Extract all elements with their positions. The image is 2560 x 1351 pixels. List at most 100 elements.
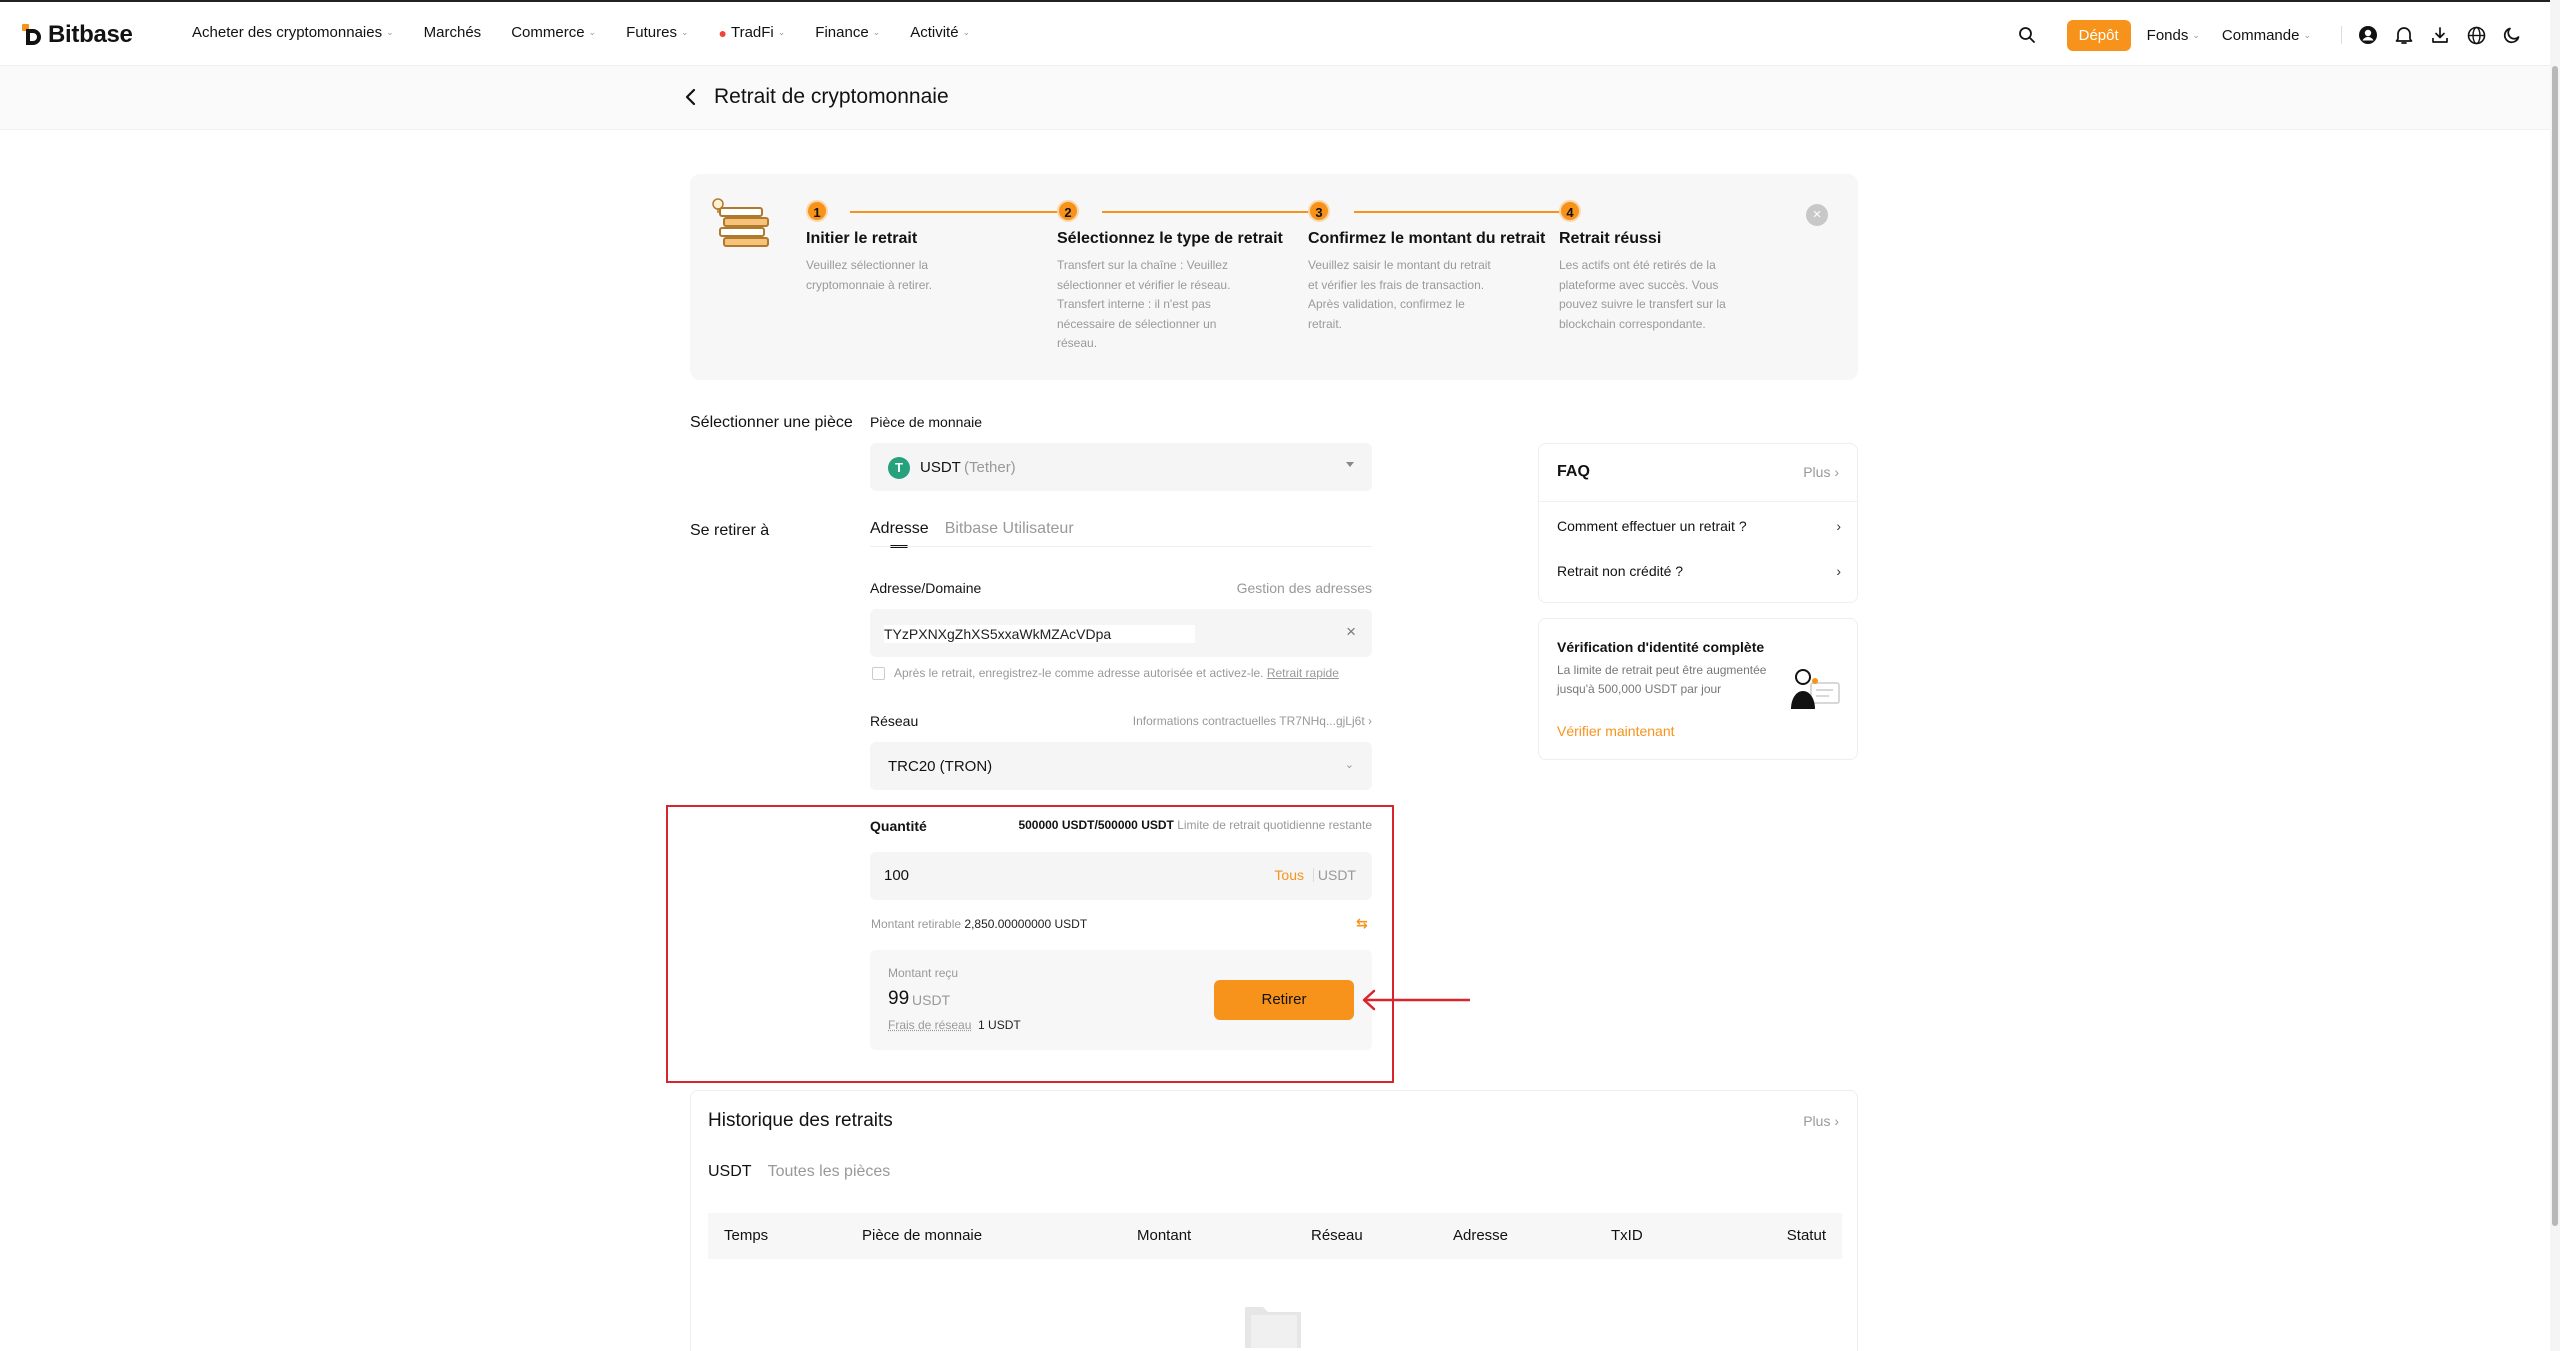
column-header: TxID bbox=[1611, 1227, 1643, 1244]
nav-item-finance[interactable]: Finance ⌄ bbox=[815, 24, 880, 41]
chevron-down-icon: ⌄ bbox=[1345, 758, 1354, 771]
nav-item-futures[interactable]: Futures ⌄ bbox=[626, 24, 688, 41]
tab-usdt[interactable]: USDT bbox=[708, 1163, 752, 1181]
history-title: Historique des retraits bbox=[708, 1110, 893, 1132]
chevron-down-icon: ⌄ bbox=[873, 27, 881, 38]
main-menu: Acheter des cryptomonnaies ⌄ Marchés Comm… bbox=[192, 24, 1000, 41]
nav-actions: Dépôt Fonds ⌄ Commande ⌄ bbox=[2009, 18, 2530, 52]
top-navigation: Bitbase Acheter des cryptomonnaies ⌄ Marc… bbox=[0, 0, 2560, 66]
step-3: 3 Confirmez le montant du retrait Veuill… bbox=[1308, 200, 1548, 334]
step-number: 1 bbox=[806, 200, 828, 222]
history-tabs: USDT Toutes les pièces bbox=[708, 1163, 890, 1181]
more-label: Plus bbox=[1803, 1113, 1830, 1129]
select-coin-label: Sélectionner une pièce bbox=[690, 414, 853, 432]
address-management-link[interactable]: Gestion des adresses bbox=[1237, 580, 1372, 596]
nav-item-label: Finance bbox=[815, 24, 868, 41]
highlight-annotation-box bbox=[666, 805, 1394, 1083]
coin-name: (Tether) bbox=[964, 459, 1016, 476]
address-label: Adresse/Domaine bbox=[870, 580, 981, 596]
download-icon[interactable] bbox=[2422, 18, 2458, 52]
person-verification-icon bbox=[1785, 663, 1841, 713]
step-2: 2 Sélectionnez le type de retrait Transf… bbox=[1057, 200, 1297, 354]
caret-down-icon bbox=[1346, 462, 1354, 467]
clear-icon[interactable]: × bbox=[1346, 622, 1356, 642]
back-arrow-icon[interactable] bbox=[684, 86, 704, 110]
nav-item-label: Marchés bbox=[424, 24, 482, 41]
nav-item-trade[interactable]: Commerce ⌄ bbox=[511, 24, 596, 41]
nav-item-label: Commerce bbox=[511, 24, 584, 41]
verify-now-link[interactable]: Vérifier maintenant bbox=[1557, 723, 1675, 739]
withdrawal-history-card: Historique des retraits Plus › USDT Tout… bbox=[690, 1090, 1858, 1351]
faq-item[interactable]: Retrait non crédité ? › bbox=[1557, 563, 1841, 579]
chevron-right-icon: › bbox=[1834, 464, 1839, 480]
save-address-checkbox[interactable] bbox=[872, 667, 885, 680]
moon-icon[interactable] bbox=[2494, 18, 2530, 52]
history-more-link[interactable]: Plus › bbox=[1803, 1113, 1839, 1129]
nav-item-activity[interactable]: Activité ⌄ bbox=[910, 24, 970, 41]
column-header: Statut bbox=[1787, 1227, 1826, 1244]
chevron-down-icon: ⌄ bbox=[963, 27, 971, 38]
column-header: Réseau bbox=[1311, 1227, 1363, 1244]
column-header: Adresse bbox=[1453, 1227, 1508, 1244]
step-number: 4 bbox=[1559, 200, 1581, 222]
nav-item-label: Futures bbox=[626, 24, 677, 41]
bell-icon[interactable] bbox=[2386, 18, 2422, 52]
empty-folder-icon bbox=[1243, 1299, 1303, 1349]
chevron-right-icon: › bbox=[1836, 518, 1841, 534]
faq-title: FAQ bbox=[1557, 463, 1590, 481]
faq-item-label: Retrait non crédité ? bbox=[1557, 563, 1683, 579]
scrollbar-thumb[interactable] bbox=[2552, 66, 2558, 1226]
withdrawal-steps-card: 1 Initier le retrait Veuillez sélectionn… bbox=[690, 174, 1858, 380]
orders-menu[interactable]: Commande ⌄ bbox=[2222, 27, 2311, 44]
step-title: Sélectionnez le type de retrait bbox=[1057, 230, 1297, 248]
step-description: Veuillez saisir le montant du retrait et… bbox=[1308, 256, 1498, 334]
contract-info-link[interactable]: Informations contractuelles TR7NHq...gjL… bbox=[1133, 714, 1372, 728]
globe-icon[interactable] bbox=[2458, 18, 2494, 52]
tab-bitbase-user[interactable]: Bitbase Utilisateur bbox=[945, 520, 1074, 538]
verify-description: La limite de retrait peut être augmentée… bbox=[1557, 661, 1781, 699]
coin-select[interactable]: T USDT (Tether) bbox=[870, 443, 1372, 491]
page-title: Retrait de cryptomonnaie bbox=[714, 85, 949, 109]
funds-menu[interactable]: Fonds ⌄ bbox=[2147, 27, 2200, 44]
page-scrollbar[interactable] bbox=[2550, 0, 2560, 1351]
nav-item-label: TradFi bbox=[731, 24, 774, 41]
chevron-down-icon: ⌄ bbox=[2303, 30, 2311, 41]
more-label: Plus bbox=[1803, 464, 1830, 480]
logo-mark-icon bbox=[22, 24, 44, 46]
faq-item-label: Comment effectuer un retrait ? bbox=[1557, 518, 1747, 534]
verify-title: Vérification d'identité complète bbox=[1557, 639, 1764, 655]
nav-item-markets[interactable]: Marchés bbox=[424, 24, 482, 41]
nav-item-tradfi[interactable]: ● TradFi ⌄ bbox=[719, 24, 786, 41]
user-icon[interactable] bbox=[2350, 18, 2386, 52]
chevron-right-icon: › bbox=[1834, 1113, 1839, 1129]
step-1: 1 Initier le retrait Veuillez sélectionn… bbox=[806, 200, 1046, 295]
save-address-text: Après le retrait, enregistrez-le comme a… bbox=[894, 666, 1339, 680]
tab-all-coins[interactable]: Toutes les pièces bbox=[768, 1163, 891, 1181]
step-title: Retrait réussi bbox=[1559, 230, 1799, 248]
step-4: 4 Retrait réussi Les actifs ont été reti… bbox=[1559, 200, 1799, 334]
divider bbox=[1539, 501, 1857, 502]
chevron-down-icon: ⌄ bbox=[2192, 30, 2200, 41]
orders-label: Commande bbox=[2222, 27, 2300, 44]
chevron-down-icon: ⌄ bbox=[386, 27, 394, 38]
step-description: Transfert sur la chaîne : Veuillez sélec… bbox=[1057, 256, 1247, 354]
address-input[interactable]: TYzPXNXgZhXS5xxaWkMZAcVDpa × bbox=[870, 609, 1372, 657]
step-title: Confirmez le montant du retrait bbox=[1308, 230, 1548, 248]
close-icon[interactable]: × bbox=[1806, 204, 1828, 226]
withdraw-to-label: Se retirer à bbox=[690, 522, 769, 540]
address-value: TYzPXNXgZhXS5xxaWkMZAcVDpa bbox=[884, 625, 1195, 643]
faq-more-link[interactable]: Plus › bbox=[1803, 464, 1839, 480]
faq-item[interactable]: Comment effectuer un retrait ? › bbox=[1557, 518, 1841, 534]
coin-field-label: Pièce de monnaie bbox=[870, 414, 982, 430]
quick-withdraw-link[interactable]: Retrait rapide bbox=[1267, 666, 1339, 680]
step-number: 2 bbox=[1057, 200, 1079, 222]
network-select[interactable]: TRC20 (TRON) ⌄ bbox=[870, 742, 1372, 790]
deposit-button[interactable]: Dépôt bbox=[2067, 20, 2131, 51]
search-icon[interactable] bbox=[2009, 18, 2045, 52]
nav-item-buy-crypto[interactable]: Acheter des cryptomonnaies ⌄ bbox=[192, 24, 394, 41]
network-label: Réseau bbox=[870, 713, 918, 729]
nav-item-label: Activité bbox=[910, 24, 958, 41]
brand-logo[interactable]: Bitbase bbox=[22, 20, 133, 50]
step-title: Initier le retrait bbox=[806, 230, 1046, 248]
tab-address[interactable]: Adresse bbox=[870, 520, 929, 538]
